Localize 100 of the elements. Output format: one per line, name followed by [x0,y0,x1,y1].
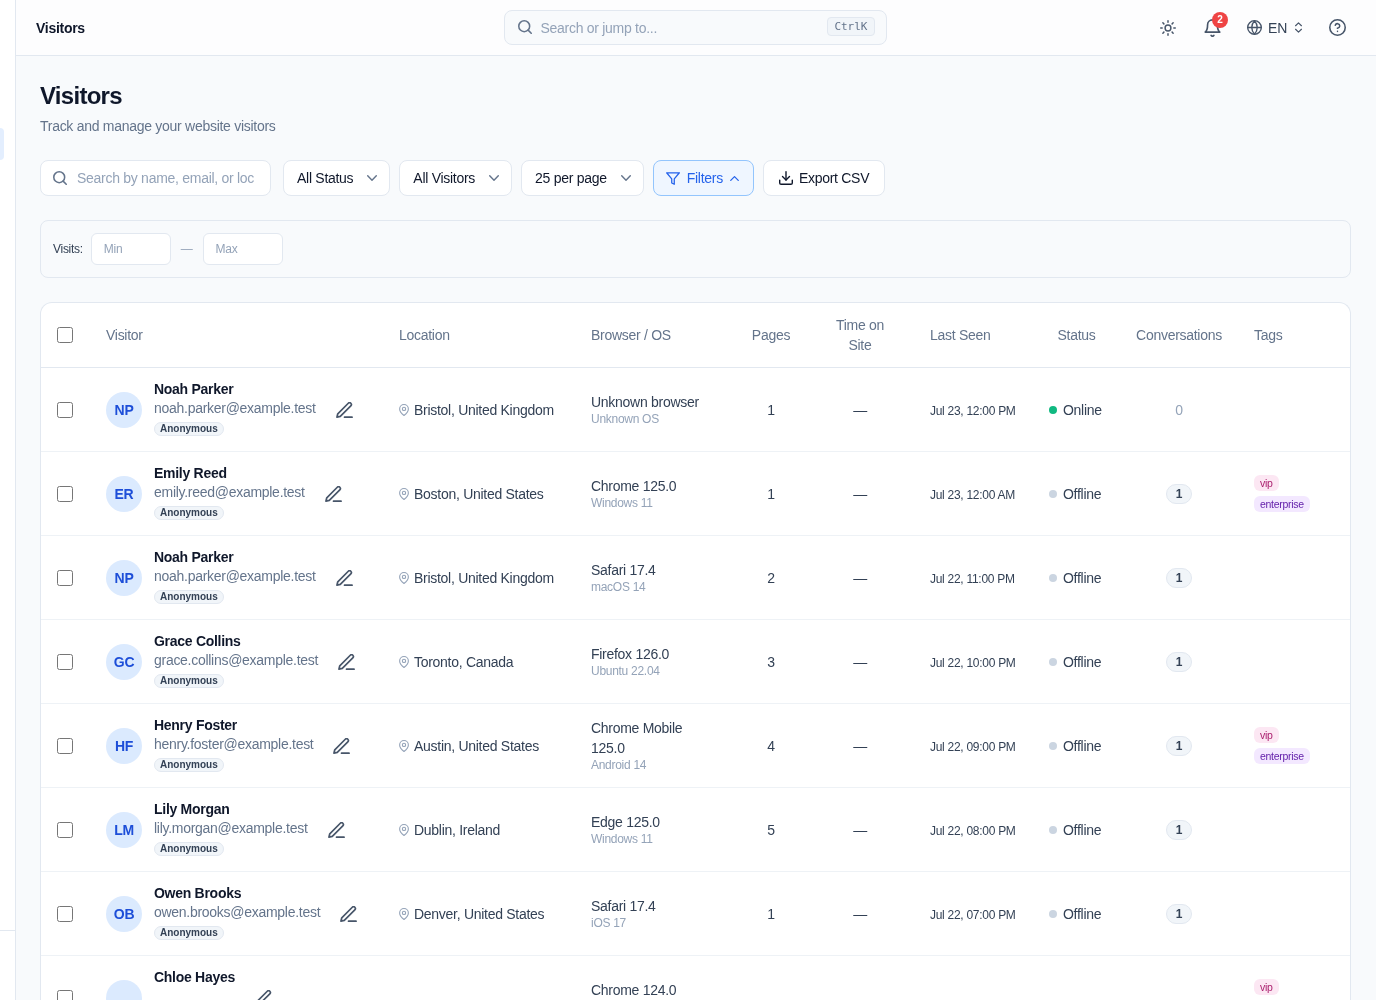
location-text: Boston, United States [414,485,544,502]
browser-name: Chrome Mobile 125.0 [591,719,684,758]
last-seen-time: Jul 23, 12:00 AM [930,487,1015,502]
visitor-avatar: NP [106,391,142,428]
notification-count: 2 [1212,11,1229,28]
row-checkbox[interactable] [57,905,73,922]
column-header[interactable]: Status [1034,303,1119,368]
page-count: 1 [767,905,775,922]
status-label: Offline [1063,821,1102,838]
column-header[interactable]: Visitor [91,303,384,368]
conversation-count-badge: 1 [1166,651,1192,672]
globe-icon [1247,20,1263,35]
visitor-type-badge: Anonymous [154,506,224,520]
status-label: Offline [1063,905,1102,922]
export-csv-button[interactable]: Export CSV [762,160,886,196]
download-icon [778,171,793,185]
row-checkbox[interactable] [57,401,73,418]
browser-name: Unknown browser [591,393,699,412]
pencil-icon[interactable] [338,653,356,670]
last-seen-time: Jul 22, 08:00 PM [930,823,1016,838]
column-header[interactable]: Conversations [1119,303,1239,368]
row-checkbox[interactable] [57,737,73,754]
pencil-icon[interactable] [333,737,351,754]
search-icon [53,171,67,185]
time-on-site: — [853,569,867,586]
location-text: Bristol, United Kingdom [414,401,554,418]
visitor-name: Noah Parker [154,549,234,566]
column-header[interactable]: Last Seen [904,303,1034,368]
conversation-count-badge: 1 [1166,735,1192,756]
select-all-checkbox[interactable] [57,327,73,343]
last-seen-time: Jul 23, 12:00 PM [930,403,1016,418]
map-pin-icon [399,487,409,500]
page-count: 4 [767,737,775,754]
row-checkbox[interactable] [57,821,73,838]
visitor-avatar: ER [106,475,142,512]
max-visits-field[interactable]: Max [202,233,283,265]
time-on-site: — [853,401,867,418]
pencil-icon[interactable] [335,569,353,586]
status-dropdown[interactable]: All Status [283,160,391,196]
row-checkbox[interactable] [57,569,73,586]
last-seen-time: Jul 22, 09:00 PM [930,739,1016,754]
map-pin-icon [399,907,409,920]
location-text: Toronto, Canada [414,653,514,670]
language-selector[interactable]: EN [1239,10,1310,45]
column-header[interactable]: Time on Site [816,303,904,368]
visitor-email: owen.brooks@example.test [154,903,321,922]
column-header[interactable]: Tags [1239,303,1350,368]
visitor-type-badge: Anonymous [154,926,224,940]
visitor-avatar: LM [106,811,142,848]
row-checkbox[interactable] [57,485,73,502]
column-header[interactable]: Location [384,303,576,368]
os-name: iOS 17 [591,916,626,931]
search-icon [517,20,532,34]
visitor-name: Noah Parker [154,381,234,398]
page-count: 2 [767,569,775,586]
visitor-tag: vip [1254,727,1279,743]
page-count: 3 [767,653,775,670]
visitor-name: Chloe Hayes [154,969,235,986]
visitor-type-badge: Anonymous [154,758,224,772]
pencil-icon[interactable] [340,905,358,922]
chevron-down-icon [620,175,631,181]
chevrons-up-down-icon [1295,22,1302,33]
location-text: Dublin, Ireland [414,821,501,838]
map-pin-icon [399,823,409,836]
visitor-type-badge: Anonymous [154,422,224,436]
visitor-email: henry.foster@example.test [154,735,314,754]
visitor-email: emily.reed@example.test [154,483,305,502]
location-text: Austin, United States [414,737,539,754]
chevron-down-icon [367,175,378,181]
last-seen-time: Jul 22, 11:00 PM [930,571,1015,586]
last-seen-time: Jul 22, 10:00 PM [930,655,1016,670]
pencil-icon[interactable] [324,485,342,502]
browser-name: Chrome 125.0 [591,477,677,496]
pencil-icon[interactable] [335,401,353,418]
visitor-avatar: OB [106,895,142,932]
funnel-icon [665,171,680,185]
visitor-search-field[interactable]: Search by name, email, or loc [40,160,271,196]
visitor-avatar: NP [106,559,142,596]
visitor-type-dropdown[interactable]: All Visitors [399,160,513,196]
row-checkbox[interactable] [57,653,73,670]
visitor-name: Emily Reed [154,465,227,482]
visitor-tag: enterprise [1254,496,1310,512]
os-name: Unknown OS [591,412,659,427]
pencil-icon[interactable] [327,821,345,838]
last-seen-time: Jul 22, 07:00 PM [930,907,1016,922]
visitor-email: noah.parker@example.test [154,399,316,418]
os-name: macOS 14 [591,580,646,595]
map-pin-icon [399,655,409,668]
status-label: Offline [1063,569,1102,586]
visitor-tag: vip [1254,979,1279,995]
column-header[interactable]: Browser / OS [576,303,726,368]
notifications-button[interactable]: 2 [1195,10,1230,45]
page-size-dropdown[interactable]: 25 per page [521,160,644,196]
filters-toggle-button[interactable]: Filters [652,160,754,196]
min-visits-field[interactable]: Min [90,233,171,265]
map-pin-icon [399,403,409,416]
help-icon [1328,19,1346,36]
visitor-email: grace.collins@example.test [154,651,319,670]
visitor-email: noah.parker@example.test [154,567,316,586]
column-header[interactable]: Pages [726,303,816,368]
